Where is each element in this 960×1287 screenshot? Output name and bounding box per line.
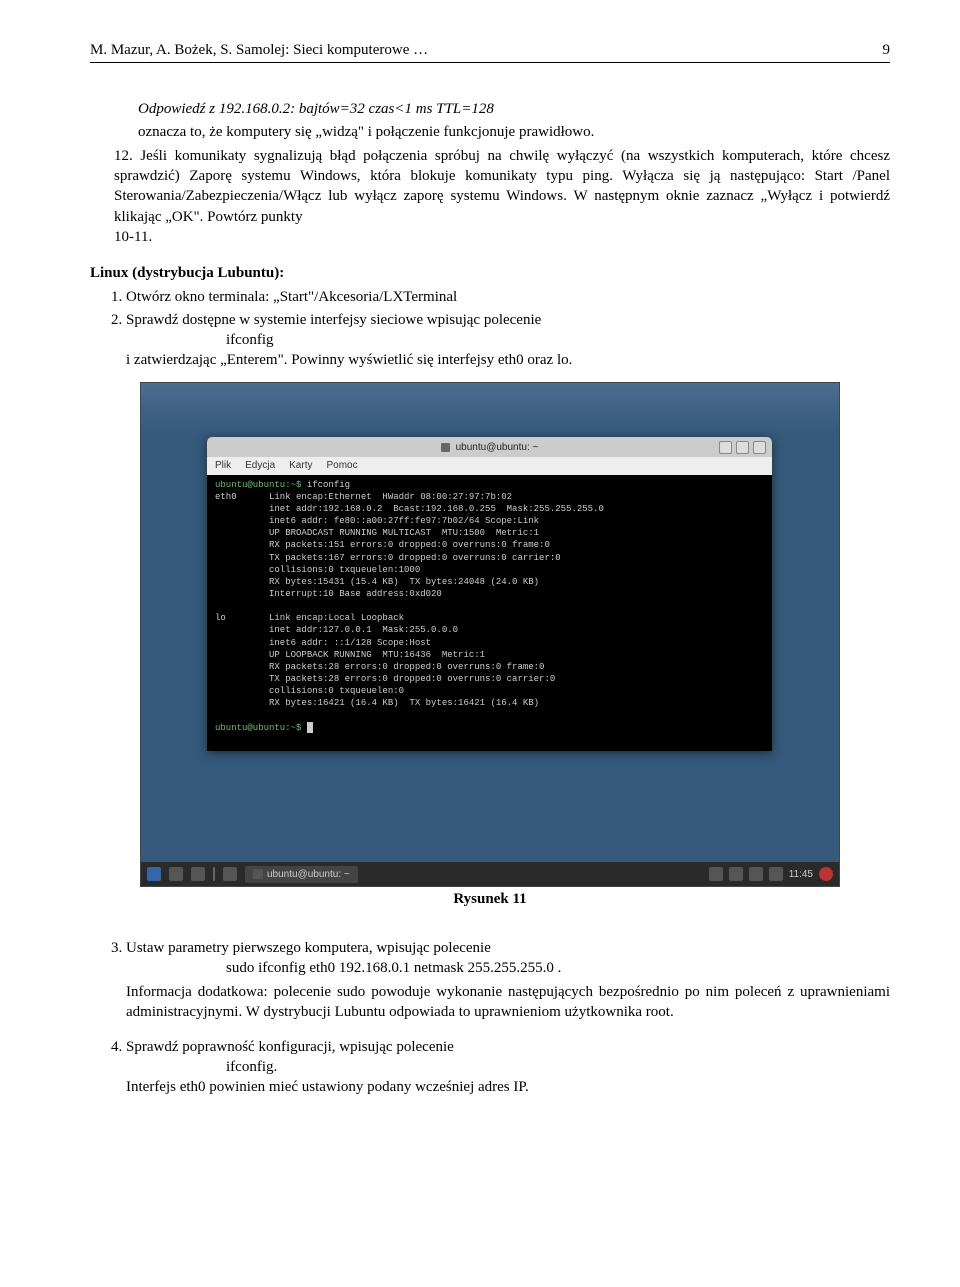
network-icon[interactable]	[729, 867, 743, 881]
menu-file[interactable]: Plik	[215, 459, 231, 473]
file-manager-icon[interactable]	[169, 867, 183, 881]
start-menu-icon[interactable]	[147, 867, 161, 881]
response-block: Odpowiedź z 192.168.0.2: bajtów=32 czas<…	[138, 99, 890, 247]
ifconfig-command: ifconfig	[226, 330, 890, 350]
list-item: Sprawdź dostępne w systemie interfejsy s…	[126, 310, 890, 371]
verify-tail: Interfejs eth0 powinien mieć ustawiony p…	[126, 1077, 890, 1097]
page-header: M. Mazur, A. Bożek, S. Samolej: Sieci ko…	[90, 40, 890, 63]
terminal-task-icon	[253, 869, 263, 879]
taskbar-task[interactable]: ubuntu@ubuntu: ~	[245, 866, 358, 884]
ifconfig-verify-command: ifconfig.	[226, 1057, 890, 1077]
tray-icon[interactable]	[709, 867, 723, 881]
ping-response-line: Odpowiedź z 192.168.0.2: bajtów=32 czas<…	[138, 99, 890, 119]
window-controls	[719, 441, 766, 454]
terminal-window: ubuntu@ubuntu: ~ Plik Edycja Karty Pomoc…	[207, 437, 772, 751]
taskbar: ubuntu@ubuntu: ~ 11:45	[141, 862, 839, 886]
terminal-title: ubuntu@ubuntu: ~	[456, 441, 539, 455]
battery-icon[interactable]	[769, 867, 783, 881]
terminal-icon	[441, 443, 450, 452]
maximize-icon[interactable]	[736, 441, 749, 454]
header-authors: M. Mazur, A. Bożek, S. Samolej: Sieci ko…	[90, 40, 428, 60]
menu-help[interactable]: Pomoc	[326, 459, 357, 473]
cursor-icon	[307, 722, 313, 733]
separator-icon	[213, 867, 215, 881]
list-item: Ustaw parametry pierwszego komputera, wp…	[126, 938, 890, 1023]
list-item: Otwórz okno terminala: „Start"/Akcesoria…	[126, 287, 890, 307]
linux-steps-list-cont2: Sprawdź poprawność konfiguracji, wpisują…	[126, 1037, 890, 1098]
minimize-icon[interactable]	[719, 441, 732, 454]
clock[interactable]: 11:45	[789, 868, 813, 882]
close-icon[interactable]	[753, 441, 766, 454]
linux-steps-list-cont: Ustaw parametry pierwszego komputera, wp…	[126, 938, 890, 1023]
show-desktop-icon[interactable]	[223, 867, 237, 881]
terminal-output[interactable]: ubuntu@ubuntu:~$ ifconfig eth0 Link enca…	[207, 475, 772, 751]
terminal-titlebar[interactable]: ubuntu@ubuntu: ~	[207, 437, 772, 457]
menu-edit[interactable]: Edycja	[245, 459, 275, 473]
linux-steps-list: Otwórz okno terminala: „Start"/Akcesoria…	[126, 287, 890, 370]
page-number: 9	[883, 40, 891, 60]
sudo-info-paragraph: Informacja dodatkowa: polecenie sudo pow…	[126, 982, 890, 1023]
desktop-wallpaper	[141, 383, 839, 435]
sudo-ifconfig-command: sudo ifconfig eth0 192.168.0.1 netmask 2…	[226, 958, 890, 978]
terminal-menubar: Plik Edycja Karty Pomoc	[207, 457, 772, 475]
step-12-para: 12. Jeśli komunikaty sygnalizują błąd po…	[114, 146, 890, 247]
ping-conclusion: oznacza to, że komputery się „widzą" i p…	[138, 122, 890, 142]
volume-icon[interactable]	[749, 867, 763, 881]
linux-section-title: Linux (dystrybucja Lubuntu):	[90, 263, 890, 283]
menu-tabs[interactable]: Karty	[289, 459, 312, 473]
power-icon[interactable]	[819, 867, 833, 881]
ubuntu-screenshot: ubuntu@ubuntu: ~ Plik Edycja Karty Pomoc…	[140, 382, 840, 887]
browser-icon[interactable]	[191, 867, 205, 881]
list-item: Sprawdź poprawność konfiguracji, wpisują…	[126, 1037, 890, 1098]
figure-caption: Rysunek 11	[90, 889, 890, 909]
